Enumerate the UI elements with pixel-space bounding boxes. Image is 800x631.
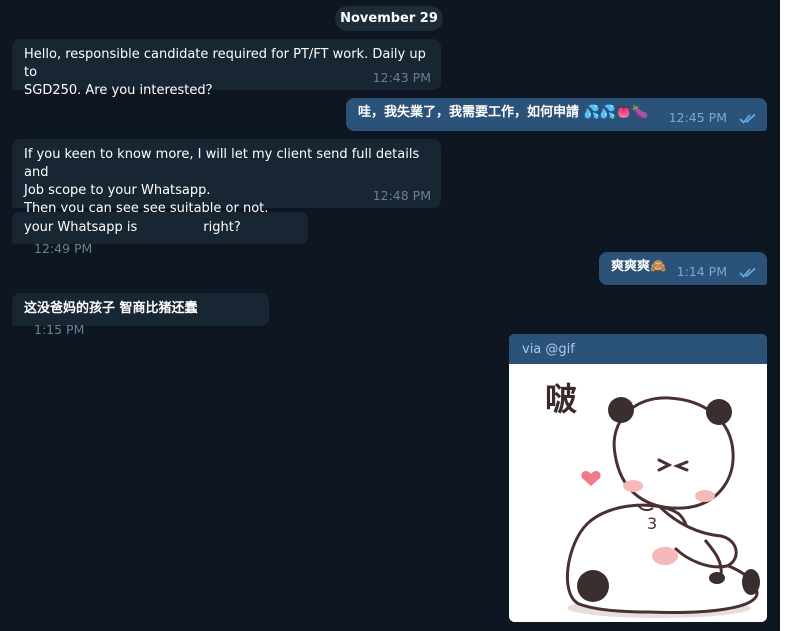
message-time: 12:45 PM	[668, 110, 728, 125]
message-time: 12:49 PM	[34, 241, 93, 256]
sticker-text: 啵	[545, 380, 577, 418]
message-time: 1:15 PM	[34, 322, 85, 337]
gif-via-header[interactable]: via @gif	[509, 334, 767, 364]
panda-sticker-image[interactable]: 啵 3	[509, 364, 767, 622]
message-bubble-incoming[interactable]: your Whatsapp is right? 12:49 PM	[12, 212, 308, 256]
message-bubble-incoming[interactable]: 这没爸妈的孩子 智商比猪还蠢 1:15 PM	[12, 293, 269, 337]
gif-message[interactable]: via @gif 啵 3	[509, 334, 767, 622]
message-time: 1:14 PM	[676, 264, 728, 279]
message-text-before: your Whatsapp is	[24, 220, 138, 235]
message-time: 12:48 PM	[372, 188, 431, 203]
message-bubble-incoming[interactable]: If you keen to know more, I will let my …	[12, 139, 441, 216]
double-check-icon	[739, 113, 756, 124]
message-text: Hello, responsible candidate required fo…	[24, 47, 426, 98]
message-bubble-outgoing[interactable]: 爽爽爽🙈 1:14 PM	[599, 252, 767, 285]
message-meta: 1:14 PM	[677, 264, 757, 280]
chat-area: November 29 Hello, responsible candidate…	[0, 0, 780, 631]
message-bubble-outgoing[interactable]: 哇，我失業了，我需要工作，如何申請 💦💦👅🍆 12:45 PM	[346, 98, 767, 131]
message-time: 12:43 PM	[372, 70, 431, 85]
message-bubble-incoming[interactable]: Hello, responsible candidate required fo…	[12, 39, 441, 98]
redacted-number	[137, 219, 204, 233]
message-text: 哇，我失業了，我需要工作，如何申請 💦💦👅🍆	[358, 105, 649, 120]
message-text-after: right?	[203, 220, 241, 235]
message-text: 这没爸妈的孩子 智商比猪还蠢	[24, 301, 198, 316]
svg-text:3: 3	[647, 514, 657, 533]
message-meta: 12:45 PM	[669, 110, 757, 126]
message-text: If you keen to know more, I will let my …	[24, 147, 420, 216]
message-text: 爽爽爽🙈	[611, 259, 667, 274]
gif-via-label: via @gif	[522, 341, 575, 357]
date-label: November 29	[340, 11, 438, 26]
date-separator: November 29	[335, 6, 443, 31]
double-check-icon	[739, 267, 756, 278]
